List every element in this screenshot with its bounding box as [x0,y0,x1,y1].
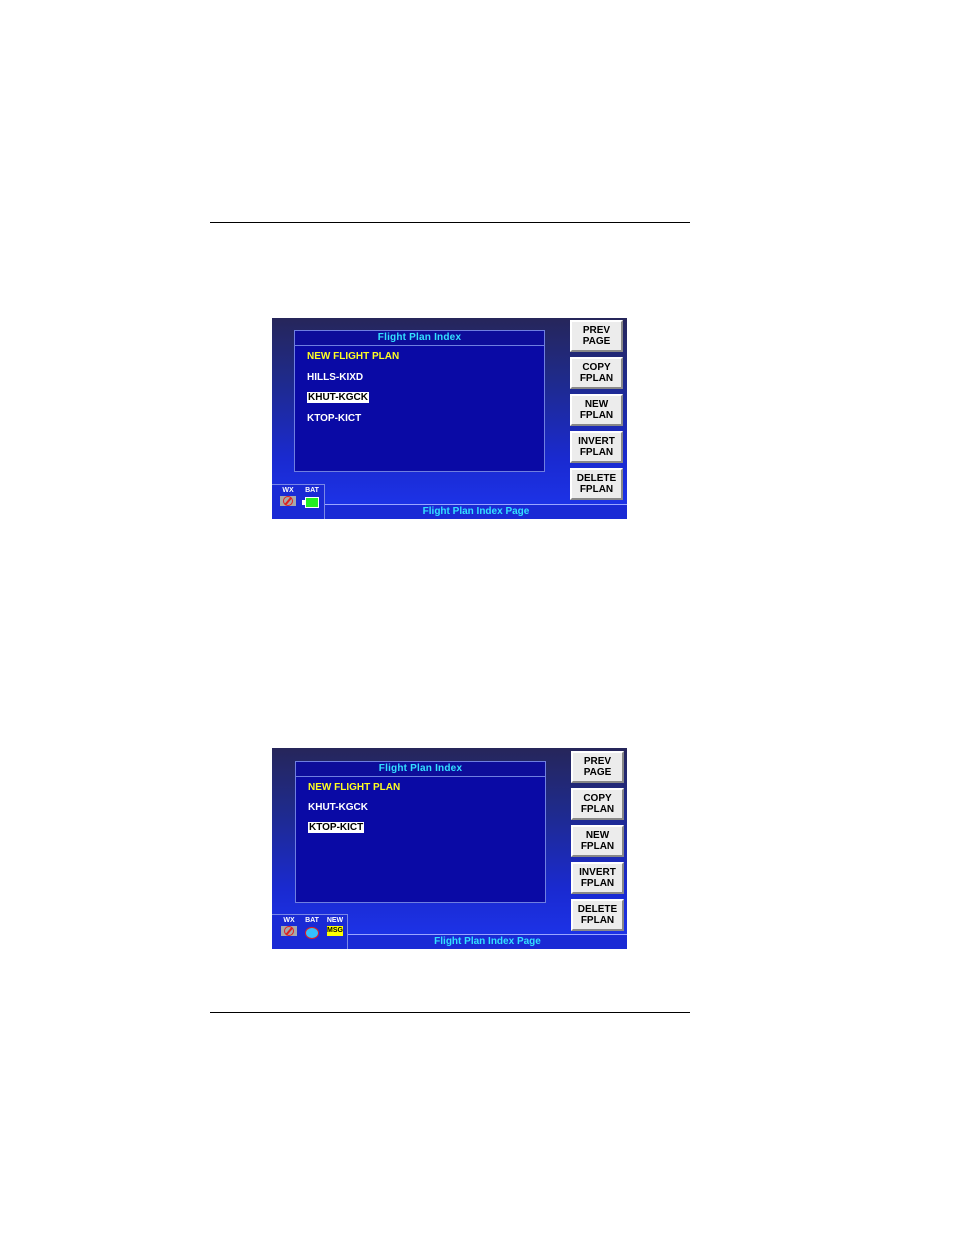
bat-indicator: BAT [301,917,323,939]
delete-fplan-button[interactable]: DELETE FPLAN [571,899,624,931]
button-label: DELETE [577,904,618,915]
new-label: NEW [326,917,344,924]
list-item-selected[interactable]: KTOP-KICT [308,822,365,833]
wx-disabled-icon [281,926,297,936]
wx-indicator: WX [277,487,299,506]
button-label: FPLAN [579,447,614,458]
button-label: NEW [585,830,610,841]
copy-fplan-button[interactable]: COPY FPLAN [571,788,624,820]
flight-plan-index-screen-2: Flight Plan Index NEW FLIGHT PLAN KHUT-K… [272,748,627,949]
wx-label: WX [282,487,294,494]
footer-rule [210,1012,690,1013]
bat-label: BAT [305,917,319,924]
delete-fplan-button[interactable]: DELETE FPLAN [570,468,623,500]
prev-page-button[interactable]: PREV PAGE [571,751,624,783]
button-label: FPLAN [579,484,614,495]
button-label: PREV [582,325,611,336]
prev-page-button[interactable]: PREV PAGE [570,320,623,352]
button-label: FPLAN [579,410,614,421]
invert-fplan-button[interactable]: INVERT FPLAN [570,431,623,463]
list-item-new-flight-plan[interactable]: NEW FLIGHT PLAN [308,782,400,793]
button-label: PAGE [583,767,612,778]
panel-title: Flight Plan Index [295,331,544,346]
new-fplan-button[interactable]: NEW FPLAN [570,394,623,426]
button-label: COPY [582,362,611,373]
flight-plan-list-panel: Flight Plan Index NEW FLIGHT PLAN HILLS-… [294,330,545,472]
button-label: PREV [583,756,612,767]
status-indicators: WX BAT NEW MSG [272,914,348,949]
header-rule [210,222,690,223]
flight-plan-index-screen-1: Flight Plan Index NEW FLIGHT PLAN HILLS-… [272,318,627,519]
list-item[interactable]: KTOP-KICT [307,413,361,424]
list-item-new-flight-plan[interactable]: NEW FLIGHT PLAN [307,351,399,362]
button-label: FPLAN [580,804,615,815]
new-msg-indicator[interactable]: NEW MSG [324,917,346,936]
button-label: FPLAN [580,915,615,926]
button-label: DELETE [576,473,617,484]
button-label: COPY [583,793,612,804]
battery-icon [302,497,319,508]
message-icon: MSG [327,926,343,936]
panel-title: Flight Plan Index [296,762,545,777]
button-label: INVERT [578,436,615,447]
invert-fplan-button[interactable]: INVERT FPLAN [571,862,624,894]
button-label: FPLAN [579,373,614,384]
button-label: FPLAN [580,841,615,852]
button-label: PAGE [582,336,611,347]
wx-disabled-icon [280,496,296,506]
button-label: INVERT [579,867,616,878]
list-item-selected[interactable]: KHUT-KGCK [307,392,369,403]
bat-label: BAT [305,487,319,494]
status-bar: Flight Plan Index Page [348,934,627,949]
copy-fplan-button[interactable]: COPY FPLAN [570,357,623,389]
list-item[interactable]: KHUT-KGCK [308,802,368,813]
wx-indicator: WX [278,917,300,936]
list-item[interactable]: HILLS-KIXD [307,372,363,383]
status-indicators: WX BAT [272,484,325,519]
button-label: FPLAN [580,878,615,889]
bat-indicator: BAT [301,487,323,508]
new-fplan-button[interactable]: NEW FPLAN [571,825,624,857]
button-label: NEW [584,399,609,410]
battery-disabled-icon [305,927,319,939]
flight-plan-list-panel: Flight Plan Index NEW FLIGHT PLAN KHUT-K… [295,761,546,903]
wx-label: WX [283,917,295,924]
status-bar: Flight Plan Index Page [325,504,627,519]
